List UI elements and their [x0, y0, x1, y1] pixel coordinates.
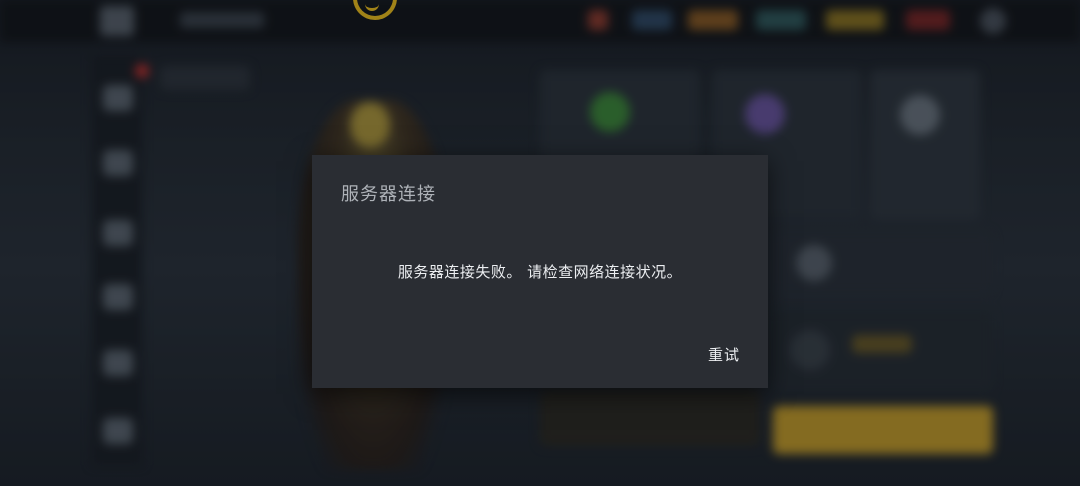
connection-error-dialog: 服务器连接 服务器连接失败。 请检查网络连接状况。 重试	[312, 155, 768, 388]
game-screen: 服务器连接 服务器连接失败。 请检查网络连接状况。 重试	[0, 0, 1080, 486]
dialog-title: 服务器连接	[341, 184, 436, 205]
retry-button[interactable]: 重试	[702, 342, 746, 367]
dialog-message: 服务器连接失败。 请检查网络连接状况。	[397, 263, 683, 281]
